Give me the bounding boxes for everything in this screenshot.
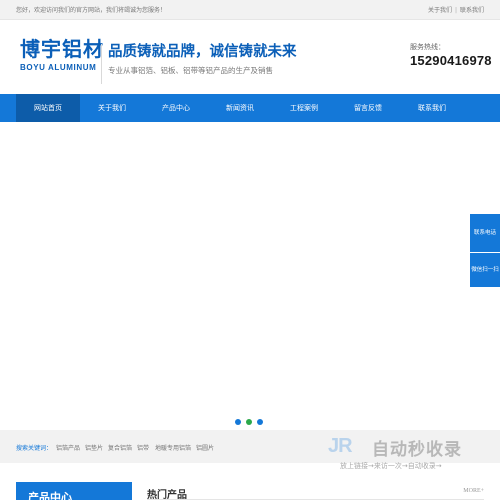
hotline-label: 服务热线： (410, 43, 445, 51)
nav-item-feedback[interactable]: 留言反馈 (336, 94, 400, 122)
keyword-link[interactable]: 铝圆片 (196, 443, 214, 452)
keyword-link[interactable]: 地暖专用铝箔 (155, 443, 191, 452)
keyword-link[interactable]: 铝带 (137, 443, 149, 452)
site-logo[interactable]: 博宇铝材 BOYU ALUMINUM (20, 37, 104, 72)
nav-item-about[interactable]: 关于我们 (80, 94, 144, 122)
more-link[interactable]: MORE+ (463, 488, 484, 494)
top-link-contact[interactable]: 联系我们 (460, 7, 484, 14)
banner-dot-1[interactable] (235, 419, 241, 425)
watermark-title: 自动秒收录 (372, 440, 462, 460)
hotline-number: 15290416978 (410, 53, 492, 68)
welcome-text: 您好，欢迎访问我们的官方网站，我们将竭诚为您服务！ (16, 7, 167, 14)
site-header: 博宇铝材 BOYU ALUMINUM 品质铸就品牌，诚信铸就未来 专业从事铝箔、… (0, 20, 500, 94)
banner-dots (235, 410, 268, 425)
top-bar: 您好，欢迎访问我们的官方网站，我们将竭诚为您服务！ 关于我们 | 联系我们 (0, 0, 500, 20)
page: 您好，欢迎访问我们的官方网站，我们将竭诚为您服务！ 关于我们 | 联系我们 博宇铝材… (0, 0, 500, 500)
nav-item-home[interactable]: 网站首页 (16, 94, 80, 122)
nav-item-news[interactable]: 新闻资讯 (208, 94, 272, 122)
keywords-label: 搜索关键词： (16, 445, 53, 452)
banner-dot-3[interactable] (257, 419, 263, 425)
banner-dot-2[interactable] (246, 419, 252, 425)
logo-chinese-name: 博宇铝材 (20, 37, 104, 61)
watermark-subtitle: 放上链接→来访一次→自动收录→ (340, 462, 442, 470)
side-contact-phone[interactable]: 联系电话 (470, 214, 500, 252)
keyword-link[interactable]: 铝垫片 (85, 443, 103, 452)
keyword-link[interactable]: 复合铝箔 (108, 443, 132, 452)
product-center-title: 产品中心 (28, 491, 72, 500)
header-subslogan: 专业从事铝箔、铝板、铝带等铝产品的生产及销售 (108, 66, 273, 75)
header-divider (101, 44, 102, 84)
top-link-about[interactable]: 关于我们 (428, 7, 452, 14)
header-slogan: 品质铸就品牌，诚信铸就未来 (108, 44, 297, 60)
nav-item-contact[interactable]: 联系我们 (400, 94, 464, 122)
main-nav: 网站首页 关于我们 产品中心 新闻资讯 工程案例 留言反馈 联系我们 (0, 94, 500, 122)
nav-item-products[interactable]: 产品中心 (144, 94, 208, 122)
keyword-link[interactable]: 铝箔产品 (56, 443, 80, 452)
watermark-logo: JR (328, 435, 353, 457)
hot-products-title: 热门产品 (147, 490, 187, 500)
top-links: 关于我们 | 联系我们 (428, 5, 484, 14)
nav-item-cases[interactable]: 工程案例 (272, 94, 336, 122)
product-center-panel: 产品中心 (16, 482, 132, 500)
side-wechat-scan[interactable]: 微信扫一扫 (470, 253, 500, 287)
logo-english-name: BOYU ALUMINUM (20, 63, 97, 72)
watermark-badge: JR 自动秒收录 放上链接→来访一次→自动收录→ (328, 431, 496, 473)
banner-slider[interactable] (0, 122, 500, 427)
top-link-separator: | (454, 7, 457, 14)
